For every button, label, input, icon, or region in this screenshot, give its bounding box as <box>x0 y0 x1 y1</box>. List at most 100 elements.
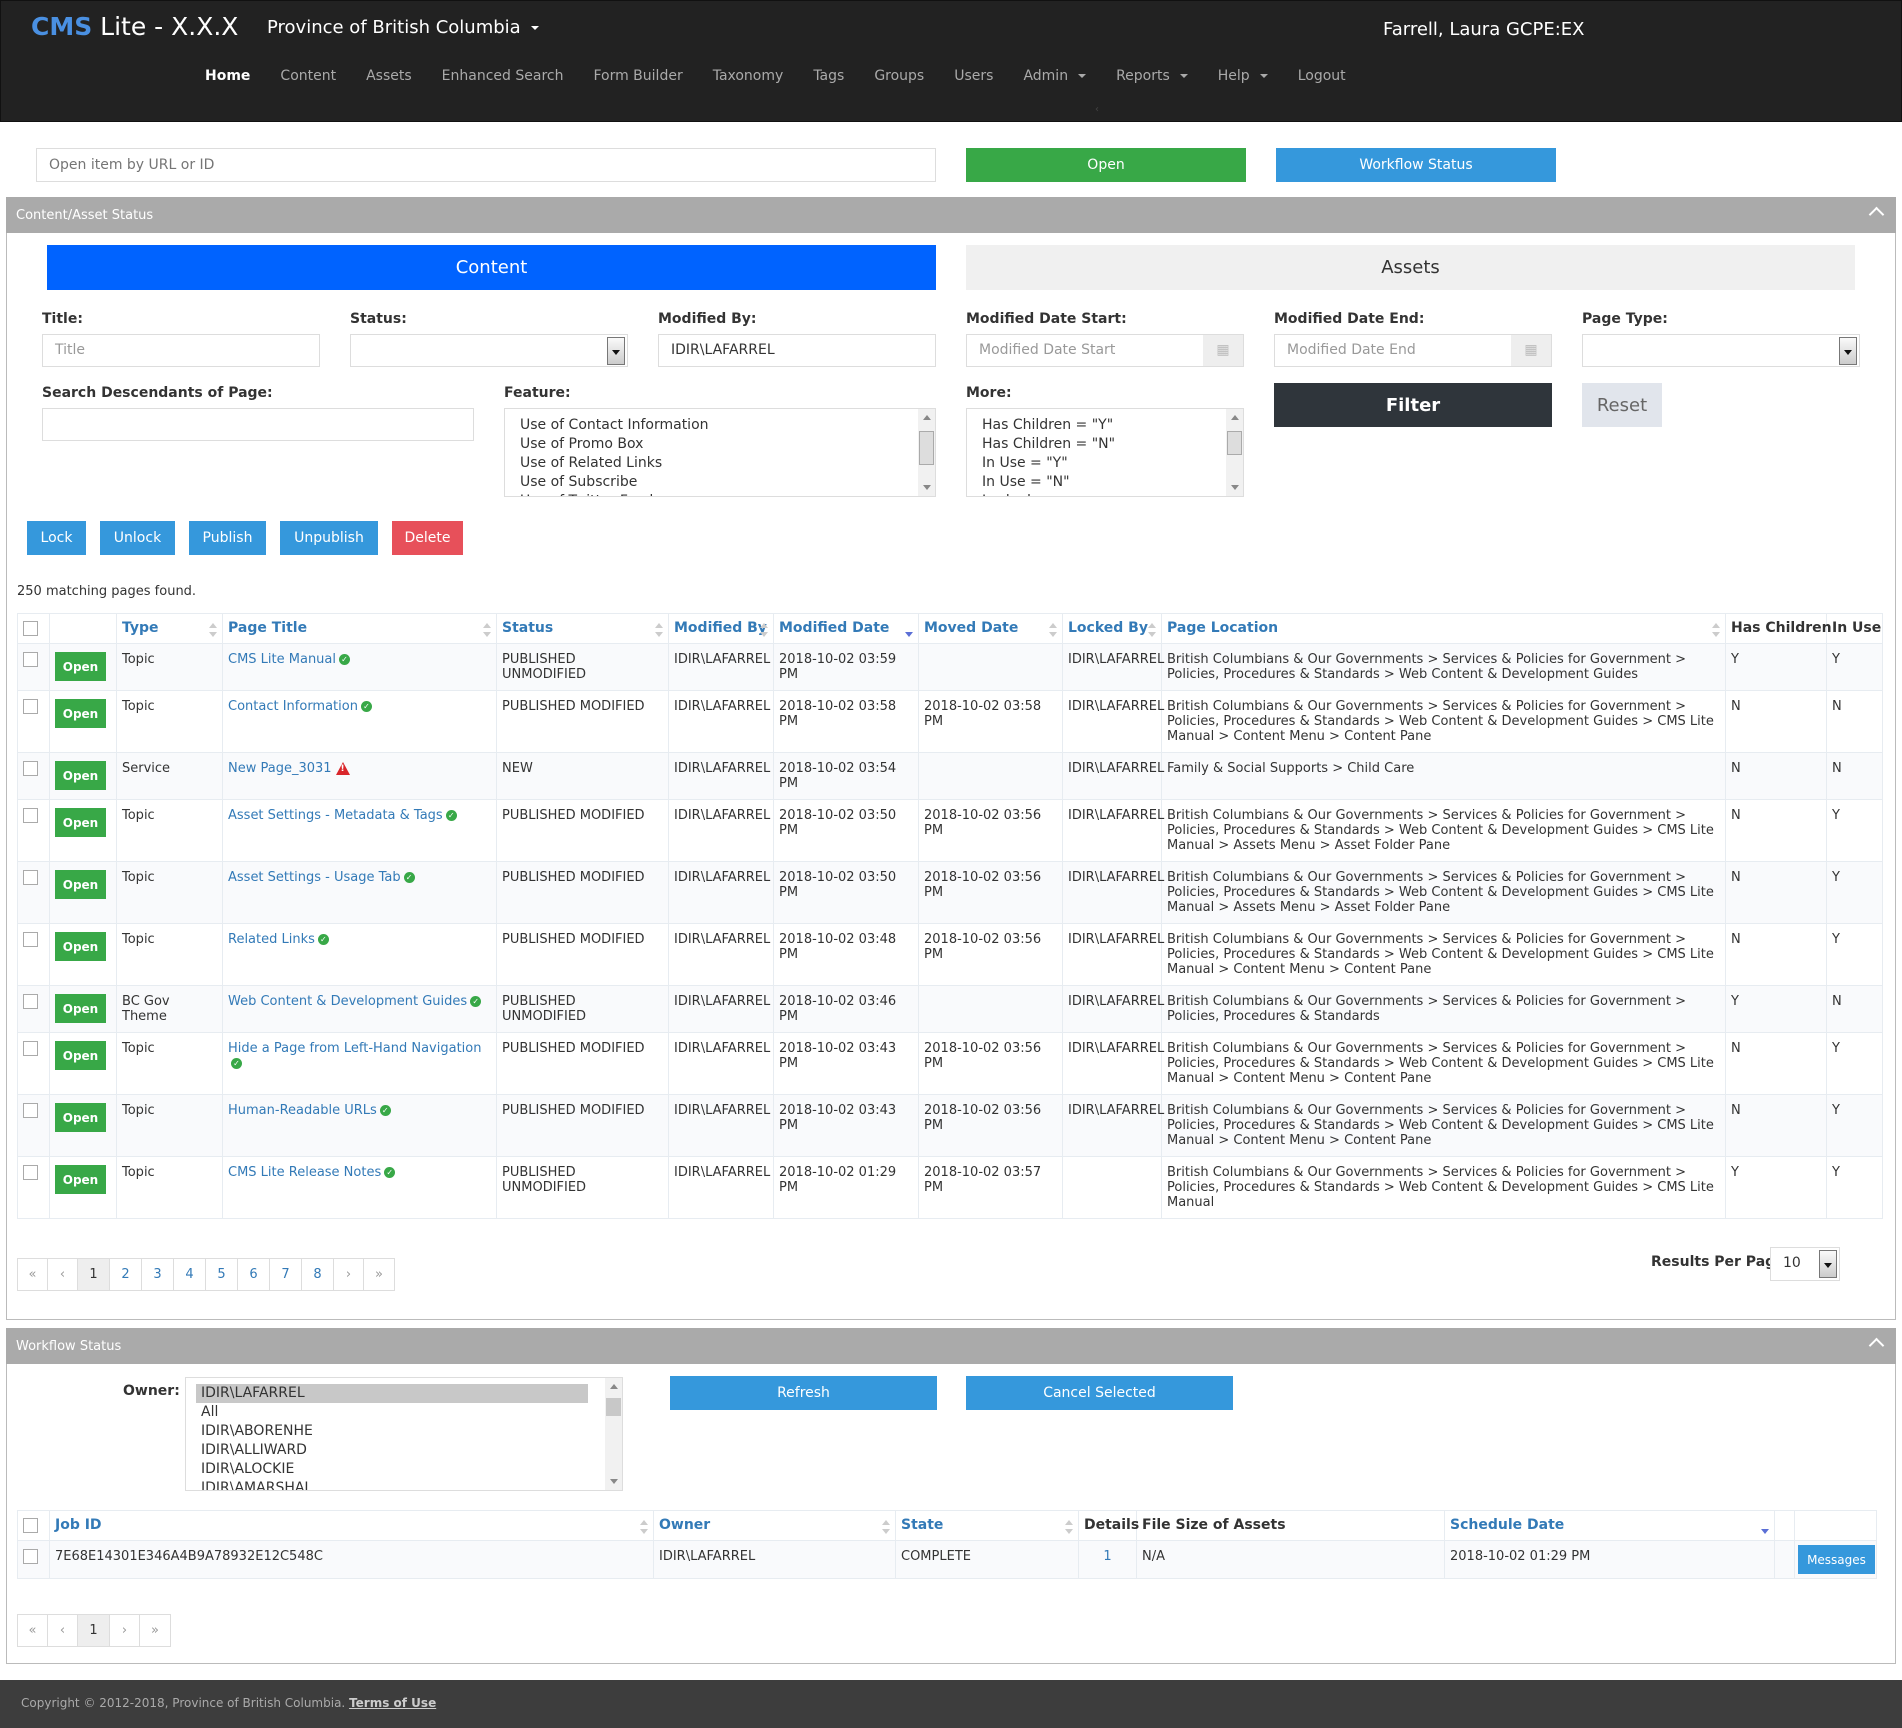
row-checkbox[interactable] <box>23 761 38 776</box>
scroll-up-icon[interactable] <box>610 1384 618 1389</box>
page-button[interactable]: 4 <box>174 1259 206 1290</box>
list-option[interactable]: Use of Contact Information <box>520 416 920 435</box>
reset-button[interactable]: Reset <box>1582 383 1662 427</box>
col-modified-date[interactable]: Modified Date <box>773 613 919 644</box>
col-job-id[interactable]: Job ID <box>49 1510 654 1541</box>
row-open-button[interactable]: Open <box>55 761 106 790</box>
modified-by-input[interactable]: IDIR\LAFARREL <box>658 334 936 367</box>
lock-button[interactable]: Lock <box>27 521 86 555</box>
scrollbar[interactable] <box>605 1378 622 1490</box>
list-option[interactable]: IDIR\ALOCKIE <box>201 1460 607 1479</box>
page-button[interactable]: 1 <box>78 1615 110 1646</box>
page-next-button[interactable]: › <box>110 1615 140 1646</box>
row-open-button[interactable]: Open <box>55 994 106 1023</box>
list-option[interactable]: In Use = "N" <box>982 473 1228 492</box>
scrollbar[interactable] <box>1226 409 1243 496</box>
page-title-link[interactable]: Human-Readable URLs <box>228 1103 377 1118</box>
nav-enhanced-search[interactable]: Enhanced Search <box>442 68 564 88</box>
list-option[interactable]: All <box>201 1403 607 1422</box>
row-checkbox[interactable] <box>23 870 38 885</box>
filter-button[interactable]: Filter <box>1274 383 1552 427</box>
page-prev-button[interactable]: ‹ <box>48 1615 78 1646</box>
content-asset-panel-header[interactable]: Content/Asset Status <box>6 197 1896 233</box>
tab-content[interactable]: Content <box>47 245 936 290</box>
page-first-button[interactable]: « <box>18 1259 48 1290</box>
row-checkbox[interactable] <box>23 1165 38 1180</box>
nav-help[interactable]: Help <box>1218 68 1268 88</box>
page-button[interactable]: 3 <box>142 1259 174 1290</box>
scrollbar[interactable] <box>918 409 935 496</box>
row-open-button[interactable]: Open <box>55 652 106 681</box>
col-locked-by[interactable]: Locked By <box>1062 613 1162 644</box>
brand-logo[interactable]: CMS Lite - X.X.X <box>31 12 238 41</box>
page-title-link[interactable]: Asset Settings - Metadata & Tags <box>228 808 443 823</box>
row-checkbox[interactable] <box>23 1549 38 1564</box>
page-button[interactable]: 1 <box>78 1259 110 1290</box>
row-checkbox[interactable] <box>23 808 38 823</box>
unlock-button[interactable]: Unlock <box>100 521 175 555</box>
unpublish-button[interactable]: Unpublish <box>280 521 378 555</box>
nav-groups[interactable]: Groups <box>874 68 924 88</box>
row-checkbox[interactable] <box>23 1103 38 1118</box>
org-selector[interactable]: Province of British Columbia <box>267 17 539 38</box>
page-button[interactable]: 2 <box>110 1259 142 1290</box>
nav-taxonomy[interactable]: Taxonomy <box>713 68 784 88</box>
col-state[interactable]: State <box>895 1510 1079 1541</box>
descendants-input[interactable] <box>42 408 474 441</box>
page-last-button[interactable]: » <box>364 1259 394 1290</box>
calendar-icon[interactable]: ▦ <box>1511 335 1551 366</box>
row-open-button[interactable]: Open <box>55 1041 106 1070</box>
col-modified-by[interactable]: Modified By <box>668 613 774 644</box>
page-title-link[interactable]: Asset Settings - Usage Tab <box>228 870 401 885</box>
row-checkbox[interactable] <box>23 699 38 714</box>
user-name[interactable]: Farrell, Laura GCPE:EX <box>1383 19 1584 40</box>
list-option[interactable]: In Use = "Y" <box>982 454 1228 473</box>
scroll-thumb[interactable] <box>606 1398 621 1416</box>
list-option[interactable]: IDIR\ALLIWARD <box>201 1441 607 1460</box>
page-first-button[interactable]: « <box>18 1615 48 1646</box>
scroll-down-icon[interactable] <box>923 485 931 490</box>
publish-button[interactable]: Publish <box>189 521 266 555</box>
workflow-panel-header[interactable]: Workflow Status <box>6 1328 1896 1364</box>
select-all-checkbox[interactable] <box>23 1517 38 1533</box>
nav-tags[interactable]: Tags <box>813 68 844 88</box>
row-open-button[interactable]: Open <box>55 932 106 961</box>
page-button[interactable]: 5 <box>206 1259 238 1290</box>
scroll-up-icon[interactable] <box>1231 415 1239 420</box>
scroll-thumb[interactable] <box>919 431 934 465</box>
scroll-up-icon[interactable] <box>923 415 931 420</box>
row-open-button[interactable]: Open <box>55 1103 106 1132</box>
status-select[interactable] <box>350 334 628 367</box>
nav-logout[interactable]: Logout <box>1298 68 1346 88</box>
list-option[interactable]: IDIR\LAFARREL <box>196 1384 588 1403</box>
col-moved-date[interactable]: Moved Date <box>918 613 1063 644</box>
details-link[interactable]: 1 <box>1103 1549 1111 1564</box>
col-page-location[interactable]: Page Location <box>1161 613 1726 644</box>
nav-form-builder[interactable]: Form Builder <box>593 68 682 88</box>
row-open-button[interactable]: Open <box>55 808 106 837</box>
list-option[interactable]: Has Children = "Y" <box>982 416 1228 435</box>
cancel-selected-button[interactable]: Cancel Selected <box>966 1376 1233 1410</box>
workflow-status-button[interactable]: Workflow Status <box>1276 148 1556 182</box>
open-item-input[interactable] <box>36 148 936 182</box>
col-status[interactable]: Status <box>496 613 669 644</box>
row-checkbox[interactable] <box>23 1041 38 1056</box>
calendar-icon[interactable]: ▦ <box>1203 335 1243 366</box>
row-open-button[interactable]: Open <box>55 870 106 899</box>
list-option[interactable]: Use of Subscribe <box>520 473 920 492</box>
nav-reports[interactable]: Reports <box>1116 68 1188 88</box>
row-open-button[interactable]: Open <box>55 699 106 728</box>
delete-button[interactable]: Delete <box>392 521 463 555</box>
row-open-button[interactable]: Open <box>55 1165 106 1194</box>
refresh-button[interactable]: Refresh <box>670 1376 937 1410</box>
results-per-page-select[interactable]: 10 <box>1770 1247 1840 1281</box>
feature-listbox[interactable]: Use of Contact Information Use of Promo B… <box>504 408 936 497</box>
list-option[interactable]: Use of Promo Box <box>520 435 920 454</box>
owner-listbox[interactable]: IDIR\LAFARREL All IDIR\ABORENHE IDIR\ALLIWA… <box>185 1377 623 1491</box>
date-end-input[interactable]: Modified Date End ▦ <box>1274 334 1552 367</box>
tab-assets[interactable]: Assets <box>966 245 1855 290</box>
col-page-title[interactable]: Page Title <box>222 613 497 644</box>
page-last-button[interactable]: » <box>140 1615 170 1646</box>
col-type[interactable]: Type <box>116 613 223 644</box>
page-title-link[interactable]: CMS Lite Release Notes <box>228 1165 381 1180</box>
